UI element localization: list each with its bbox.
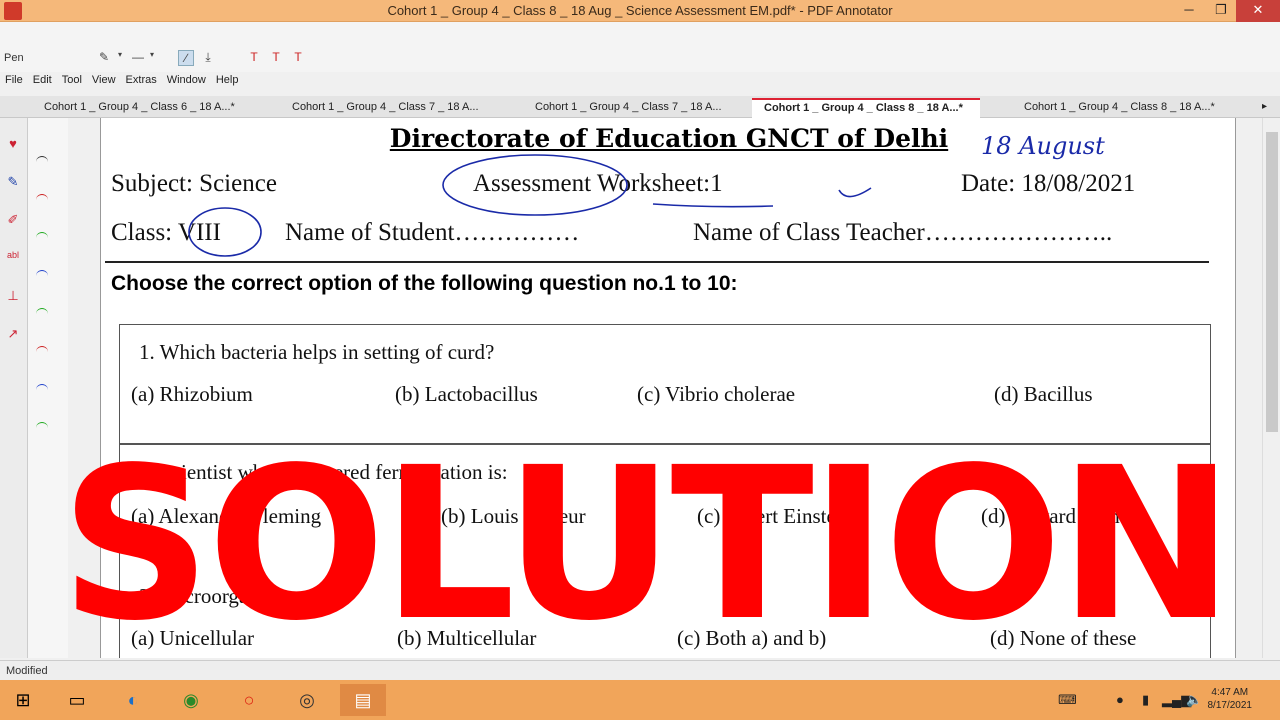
text-box-icon[interactable]: abl bbox=[4, 250, 22, 268]
q3-option-c: (c) Both a) and b) bbox=[677, 626, 827, 650]
toolbar: Pen ✎ ▾ ― ▾ ∕ ⤓ T T T bbox=[0, 22, 1280, 72]
tab-class6[interactable]: Cohort 1 _ Group 4 _ Class 6 _ 18 A...* bbox=[44, 98, 235, 118]
pen-preset[interactable] bbox=[36, 156, 48, 164]
q3-option-d: (d) None of these bbox=[990, 626, 1137, 650]
obs-studio-icon[interactable]: ◎ bbox=[284, 684, 330, 716]
windows-taskbar: ⊞ ▭ ◐ ◉ ○ ◎ ▤ ⌨ ● ▮ ▂▄▆ 🔈 4:47 AM 8/17/2… bbox=[0, 680, 1280, 720]
q1-option-b: (b) Lactobacillus bbox=[395, 382, 538, 406]
menu-extras[interactable]: Extras bbox=[121, 74, 162, 92]
pen-color-icon[interactable]: ✎ bbox=[96, 50, 112, 66]
pen-preset[interactable] bbox=[36, 232, 48, 240]
text-icon[interactable]: T bbox=[246, 50, 262, 66]
text-strikethrough-icon[interactable]: T bbox=[290, 50, 306, 66]
pen-preset[interactable] bbox=[36, 194, 48, 202]
pen-presets-rail bbox=[28, 118, 68, 658]
q3-option-a: (a) Unicellular bbox=[131, 626, 255, 650]
worksheet-line: Assessment Worksheet:1 bbox=[473, 170, 723, 197]
pen-preset[interactable] bbox=[36, 270, 48, 278]
tab-scroll-icon[interactable]: ▸ bbox=[1262, 98, 1267, 118]
pen-preset[interactable] bbox=[36, 422, 48, 430]
tab-class8-active[interactable]: Cohort 1 _ Group 4 _ Class 8 _ 18 A...* bbox=[752, 98, 980, 118]
q2-option-b: (b) Louis Pasteur bbox=[441, 504, 586, 528]
menu-tool[interactable]: Tool bbox=[57, 74, 87, 92]
student-name-line: Name of Student…………… bbox=[285, 219, 580, 246]
system-clock[interactable]: 4:47 AM 8/17/2021 bbox=[1208, 686, 1253, 712]
keyboard-icon[interactable]: ⌨ bbox=[1058, 692, 1077, 708]
header-divider bbox=[105, 261, 1209, 263]
document-heading: Directorate of Education GNCT of Delhi bbox=[389, 124, 949, 153]
opera-browser-icon[interactable]: ○ bbox=[226, 684, 272, 716]
teacher-name-line: Name of Class Teacher………………….. bbox=[693, 219, 1113, 246]
class-line: Class: VIII bbox=[111, 219, 221, 246]
scrollbar-thumb[interactable] bbox=[1266, 132, 1278, 432]
clock-date: 8/17/2021 bbox=[1207, 700, 1253, 711]
status-bar: Modified bbox=[0, 660, 1280, 680]
window-title: Cohort 1 _ Group 4 _ Class 8 _ 18 Aug _ … bbox=[387, 3, 893, 18]
tab-class8-b[interactable]: Cohort 1 _ Group 4 _ Class 8 _ 18 A...* bbox=[1024, 98, 1215, 118]
pen-preset[interactable] bbox=[36, 384, 48, 392]
color-dropdown-icon[interactable]: ▾ bbox=[112, 50, 128, 66]
file-explorer-icon[interactable]: ▭ bbox=[54, 684, 100, 716]
q1-option-c: (c) Vibrio cholerae bbox=[637, 382, 796, 406]
chrome-browser-icon[interactable]: ◉ bbox=[168, 684, 214, 716]
pen-tool-icon[interactable]: ✎ bbox=[4, 174, 22, 192]
line-style-dropdown-icon[interactable]: ▾ bbox=[144, 50, 160, 66]
tool-label: Pen bbox=[4, 52, 24, 64]
vertical-scrollbar[interactable] bbox=[1262, 118, 1280, 658]
menu-bar: File Edit Tool View Extras Window Help bbox=[0, 74, 243, 92]
menu-window[interactable]: Window bbox=[162, 74, 211, 92]
q2-option-c: (c) Albert Einstein bbox=[697, 504, 853, 528]
menu-edit[interactable]: Edit bbox=[28, 74, 57, 92]
pin-icon[interactable]: ⤓ bbox=[200, 50, 216, 66]
subject-line: Subject: Science bbox=[111, 170, 277, 197]
status-text: Modified bbox=[6, 665, 48, 677]
menu-file[interactable]: File bbox=[0, 74, 28, 92]
highlighter-icon[interactable]: ✐ bbox=[4, 212, 22, 230]
date-line: Date: 18/08/2021 bbox=[961, 170, 1136, 197]
volume-icon[interactable]: 🔈 bbox=[1186, 692, 1202, 708]
minimize-button[interactable]: ─ bbox=[1172, 0, 1206, 22]
tab-class7-b[interactable]: Cohort 1 _ Group 4 _ Class 7 _ 18 A... bbox=[535, 98, 722, 118]
clock-time: 4:47 AM bbox=[1211, 687, 1249, 698]
app-tray-icon[interactable]: ● bbox=[1116, 692, 1124, 707]
close-button[interactable]: ✕ bbox=[1236, 0, 1280, 22]
edge-browser-icon[interactable]: ◐ bbox=[110, 684, 156, 716]
pdf-annotator-taskbar-icon[interactable]: ▤ bbox=[340, 684, 386, 716]
question-2: 2. Scientist who discovered fermentation… bbox=[139, 460, 508, 484]
q3-option-b: (b) Multicellular bbox=[397, 626, 537, 650]
heart-icon[interactable]: ♥ bbox=[4, 136, 22, 154]
instruction-text: Choose the correct option of the followi… bbox=[111, 272, 738, 295]
title-bar: Cohort 1 _ Group 4 _ Class 8 _ 18 Aug _ … bbox=[0, 0, 1280, 22]
ink-underline bbox=[652, 203, 774, 208]
battery-icon[interactable]: ▮ bbox=[1142, 692, 1149, 708]
text-underline-icon[interactable]: T bbox=[268, 50, 284, 66]
start-button-icon[interactable]: ⊞ bbox=[0, 684, 46, 716]
question-3: 3. Microorganisms are: bbox=[139, 584, 334, 608]
ink-checkmark bbox=[838, 187, 872, 198]
smooth-pen-icon[interactable]: ∕ bbox=[178, 50, 194, 66]
document-tab-bar: Cohort 1 _ Group 4 _ Class 6 _ 18 A...* … bbox=[0, 96, 1280, 118]
question-1: 1. Which bacteria helps in setting of cu… bbox=[139, 340, 495, 364]
menu-view[interactable]: View bbox=[87, 74, 121, 92]
tab-class7-a[interactable]: Cohort 1 _ Group 4 _ Class 7 _ 18 A... bbox=[292, 98, 479, 118]
restore-button[interactable]: ❐ bbox=[1204, 0, 1238, 22]
favorites-toolbar: ♥ ✎ ✐ abl ⊥ ↗ bbox=[0, 118, 28, 658]
pen-preset[interactable] bbox=[36, 346, 48, 354]
arrow-icon[interactable]: ↗ bbox=[4, 326, 22, 344]
q2-option-a: (a) Alexander Fleming bbox=[131, 504, 322, 528]
q1-option-a: (a) Rhizobium bbox=[131, 382, 253, 406]
q2-option-d: (d) Edward Jenner bbox=[981, 504, 1137, 528]
pdf-page[interactable]: Directorate of Education GNCT of Delhi S… bbox=[100, 118, 1236, 658]
q1-option-d: (d) Bacillus bbox=[994, 382, 1093, 406]
menu-help[interactable]: Help bbox=[211, 74, 244, 92]
pen-preset[interactable] bbox=[36, 308, 48, 316]
stamp-icon[interactable]: ⊥ bbox=[4, 288, 22, 306]
